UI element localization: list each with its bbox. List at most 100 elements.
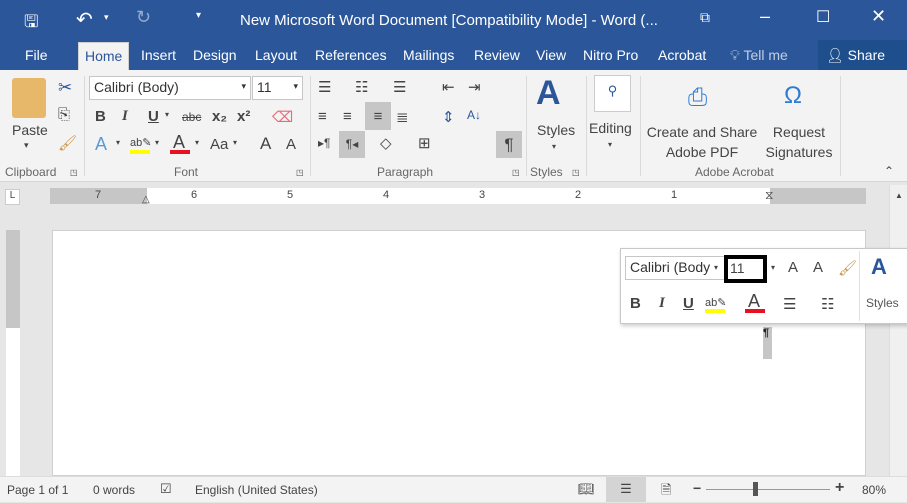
editing-button[interactable]: Editing xyxy=(589,120,632,136)
chevron-down-icon[interactable]: ▾ xyxy=(771,263,775,272)
decrease-indent-icon[interactable]: ⇤ xyxy=(442,78,455,96)
increase-indent-icon[interactable]: ⇥ xyxy=(468,78,481,96)
italic-button[interactable]: I xyxy=(122,108,128,125)
zoom-slider-thumb[interactable] xyxy=(753,482,758,496)
web-layout-icon[interactable]: 🗎︎ xyxy=(661,481,671,503)
numbering-icon[interactable]: ☷ xyxy=(355,78,368,96)
share-button[interactable]: 👤︎ Share xyxy=(818,40,907,70)
zoom-in-button[interactable]: + xyxy=(835,479,844,497)
tab-home[interactable]: Home xyxy=(78,42,130,70)
mini-bullets-icon[interactable]: ☰ xyxy=(783,295,796,313)
font-color-dropdown-icon[interactable]: ▾ xyxy=(195,138,199,147)
bullets-icon[interactable]: ☰ xyxy=(318,78,331,96)
page-count[interactable]: Page 1 of 1 xyxy=(7,483,68,497)
proofing-icon[interactable]: ☑ xyxy=(160,481,172,497)
mini-styles-button[interactable]: Styles xyxy=(866,296,899,310)
mini-styles-icon[interactable]: A xyxy=(871,254,887,280)
justify-icon[interactable]: ≣ xyxy=(396,108,409,126)
change-case-dropdown-icon[interactable]: ▾ xyxy=(233,138,237,147)
shrink-font-icon[interactable]: A xyxy=(813,259,823,276)
paste-button[interactable]: Paste xyxy=(12,122,48,138)
save-icon[interactable]: 🖫 xyxy=(24,9,38,38)
zoom-level[interactable]: 80% xyxy=(862,483,886,497)
vertical-scrollbar[interactable]: ▲ xyxy=(889,185,907,476)
request-signatures-button[interactable]: Request Signatures xyxy=(760,122,838,162)
tell-me-search[interactable]: 💡︎ Tell me xyxy=(730,47,788,64)
sort-icon[interactable]: A↓ xyxy=(467,108,481,122)
tab-file[interactable]: File xyxy=(25,47,48,63)
request-signatures-icon[interactable]: Ω xyxy=(784,82,802,110)
grow-font-icon[interactable]: A xyxy=(788,259,798,276)
font-launcher-icon[interactable]: ◳ xyxy=(296,168,304,177)
create-and-share-pdf-button[interactable]: Create and Share Adobe PDF xyxy=(644,122,760,162)
font-name-select[interactable]: Calibri (Body) ▾ xyxy=(89,76,251,100)
styles-launcher-icon[interactable]: ◳ xyxy=(572,168,580,177)
find-icon[interactable]: ⚲ xyxy=(594,75,631,112)
zoom-slider[interactable] xyxy=(706,489,830,490)
editing-dropdown-icon[interactable]: ▾ xyxy=(608,140,612,149)
cut-icon[interactable]: ✂ xyxy=(58,78,72,98)
font-size-select[interactable]: 11 ▾ xyxy=(252,76,303,100)
word-count[interactable]: 0 words xyxy=(93,483,135,497)
undo-icon[interactable]: ↶ xyxy=(76,7,93,32)
rtl-icon[interactable]: ¶◂ xyxy=(339,131,365,158)
redo-icon[interactable]: ↻ xyxy=(136,7,151,28)
language[interactable]: English (United States) xyxy=(195,483,318,497)
tab-insert[interactable]: Insert xyxy=(141,47,176,63)
tab-references[interactable]: References xyxy=(315,47,387,63)
collapse-ribbon-icon[interactable]: ⌃ xyxy=(884,164,894,178)
mini-font-color-button[interactable]: A xyxy=(745,291,765,315)
highlight-color-button[interactable]: ab✎ xyxy=(130,134,151,156)
align-right-icon[interactable]: ≡ xyxy=(365,102,391,130)
underline-button[interactable]: U xyxy=(148,108,159,125)
zoom-out-button[interactable]: − xyxy=(693,480,701,496)
tab-selector[interactable]: L xyxy=(5,189,20,205)
align-center-icon[interactable]: ≡ xyxy=(343,108,352,125)
tab-review[interactable]: Review xyxy=(474,47,520,63)
shrink-font-button[interactable]: A xyxy=(286,136,296,153)
font-color-button[interactable]: A xyxy=(170,132,190,156)
right-indent-marker[interactable]: ⧖ xyxy=(765,188,773,203)
vertical-ruler[interactable] xyxy=(6,230,20,476)
tab-mailings[interactable]: Mailings xyxy=(403,47,454,63)
close-icon[interactable]: ✕ xyxy=(871,6,886,27)
tab-layout[interactable]: Layout xyxy=(255,47,297,63)
grow-font-button[interactable]: A xyxy=(260,134,271,154)
change-case-button[interactable]: Aa xyxy=(210,136,228,153)
bold-button[interactable]: B xyxy=(95,108,106,125)
show-formatting-marks-button[interactable]: ¶ xyxy=(496,131,522,158)
customize-qat-icon[interactable]: ▾ xyxy=(196,10,201,21)
tab-view[interactable]: View xyxy=(536,47,566,63)
text-effects-icon[interactable]: A xyxy=(95,134,107,155)
underline-dropdown-icon[interactable]: ▾ xyxy=(165,110,169,119)
tab-design[interactable]: Design xyxy=(193,47,237,63)
mini-italic-button[interactable]: I xyxy=(659,295,665,312)
ribbon-display-icon[interactable]: ⧉ xyxy=(700,9,710,26)
multilevel-list-icon[interactable]: ☰ xyxy=(393,78,406,96)
strikethrough-button[interactable]: abc xyxy=(182,110,201,124)
minimize-icon[interactable]: – xyxy=(760,6,770,27)
mini-font-name-select[interactable]: Calibri (Body xyxy=(625,256,725,280)
mini-bold-button[interactable]: B xyxy=(630,295,641,312)
superscript-button[interactable]: x² xyxy=(237,108,250,125)
paragraph-launcher-icon[interactable]: ◳ xyxy=(512,168,520,177)
borders-icon[interactable]: ⊞ xyxy=(418,134,431,152)
styles-icon[interactable]: A xyxy=(536,74,561,113)
format-painter-icon[interactable]: 🖌︎ xyxy=(838,259,857,277)
ltr-icon[interactable]: ▸¶ xyxy=(318,136,330,150)
align-left-icon[interactable]: ≡ xyxy=(318,108,327,125)
print-layout-icon[interactable]: ☰ xyxy=(606,477,646,502)
tab-nitro-pro[interactable]: Nitro Pro xyxy=(583,47,638,63)
styles-dropdown-icon[interactable]: ▾ xyxy=(552,142,556,151)
shading-icon[interactable]: ◇ xyxy=(380,134,392,152)
maximize-icon[interactable]: ☐ xyxy=(816,7,830,27)
styles-button[interactable]: Styles xyxy=(537,122,575,138)
clear-formatting-icon[interactable]: ⌫ xyxy=(272,108,293,126)
paste-icon[interactable] xyxy=(12,78,46,118)
subscript-button[interactable]: x₂ xyxy=(212,108,227,125)
chevron-down-icon[interactable]: ▾ xyxy=(714,263,718,272)
read-mode-icon[interactable]: 📖︎ xyxy=(578,481,595,497)
mini-font-size-input[interactable]: 11 xyxy=(724,255,767,283)
mini-underline-button[interactable]: U xyxy=(683,295,694,312)
paste-dropdown-icon[interactable]: ▾ xyxy=(24,140,29,151)
